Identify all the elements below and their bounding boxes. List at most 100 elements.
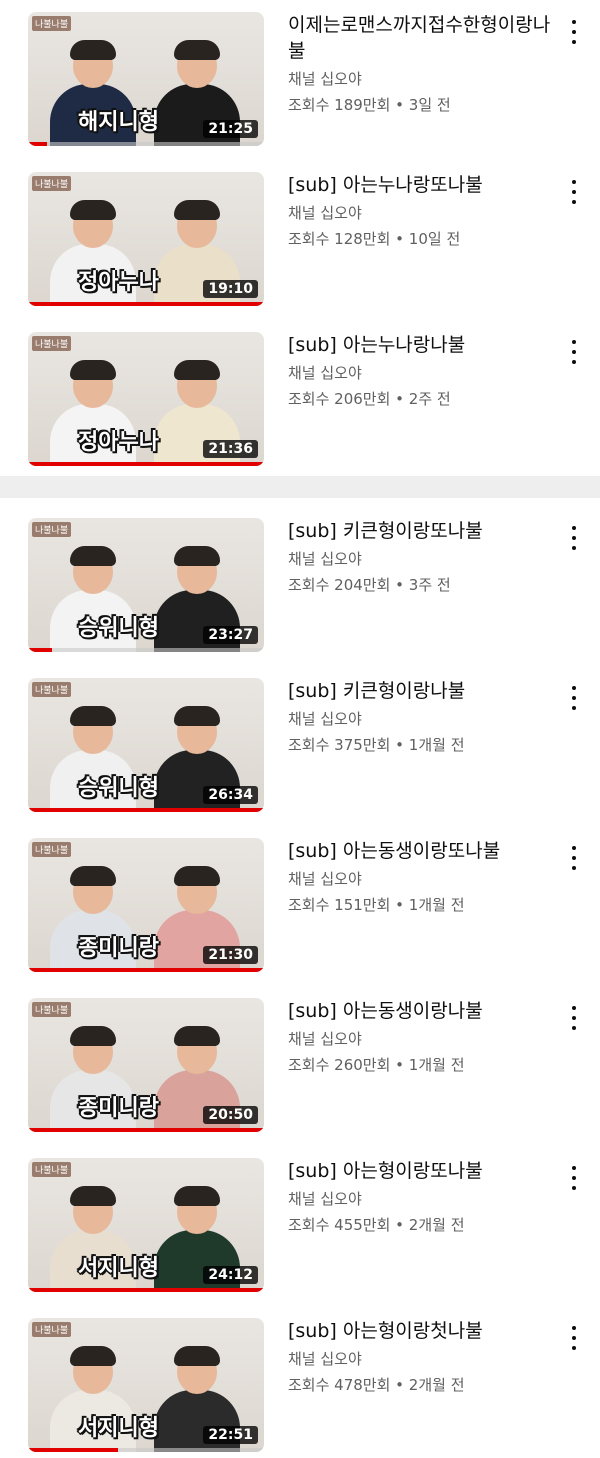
video-meta: 조회수 455만회 • 2개월 전 <box>288 1216 465 1234</box>
watch-progress-fill <box>28 968 264 972</box>
thumbnail-caption: 서지니형 <box>78 1416 159 1441</box>
video-duration: 22:51 <box>203 1426 258 1444</box>
watch-progress-fill <box>28 1128 264 1132</box>
watch-progress-fill <box>28 648 52 652</box>
video-item[interactable]: 나불나불 서지니형 24:12 [sub] 아는형이랑또나불 채널 십오야 조회… <box>0 1158 600 1298</box>
video-title[interactable]: [sub] 아는동생이랑또나불 <box>288 838 558 864</box>
channel-logo-badge: 나불나불 <box>32 176 72 191</box>
watch-progress-fill <box>28 808 264 812</box>
video-thumbnail[interactable]: 나불나불 종미니랑 20:50 <box>28 998 264 1132</box>
video-thumbnail[interactable]: 나불나불 정아누나 19:10 <box>28 172 264 306</box>
video-meta: 조회수 260만회 • 1개월 전 <box>288 1056 465 1074</box>
video-meta: 조회수 375만회 • 1개월 전 <box>288 736 465 754</box>
channel-name[interactable]: 채널 십오야 <box>288 68 558 90</box>
channel-logo-badge: 나불나불 <box>32 842 72 857</box>
channel-name[interactable]: 채널 십오야 <box>288 868 558 890</box>
video-info: [sub] 아는동생이랑나불 채널 십오야 조회수 260만회 • 1개월 전 <box>288 998 558 1076</box>
video-thumbnail[interactable]: 나불나불 해지니형 21:25 <box>28 12 264 146</box>
channel-logo-badge: 나불나불 <box>32 336 72 351</box>
video-item[interactable]: 나불나불 정아누나 19:10 [sub] 아는누나랑또나불 채널 십오야 조회… <box>0 172 600 312</box>
video-title[interactable]: [sub] 아는누나랑나불 <box>288 332 558 358</box>
video-info: [sub] 아는형이랑첫나불 채널 십오야 조회수 478만회 • 2개월 전 <box>288 1318 558 1396</box>
video-item[interactable]: 나불나불 승워니형 23:27 [sub] 키큰형이랑또나불 채널 십오야 조회… <box>0 518 600 658</box>
video-title[interactable]: [sub] 아는형이랑또나불 <box>288 1158 558 1184</box>
watch-progress <box>28 302 264 306</box>
video-title[interactable]: [sub] 아는누나랑또나불 <box>288 172 558 198</box>
more-vert-icon[interactable] <box>564 340 584 364</box>
video-info: [sub] 아는누나랑또나불 채널 십오야 조회수 128만회 • 10일 전 <box>288 172 558 250</box>
video-thumbnail[interactable]: 나불나불 서지니형 24:12 <box>28 1158 264 1292</box>
video-item[interactable]: 나불나불 서지니형 22:51 [sub] 아는형이랑첫나불 채널 십오야 조회… <box>0 1318 600 1458</box>
channel-logo-badge: 나불나불 <box>32 522 72 537</box>
video-meta: 조회수 189만회 • 3일 전 <box>288 96 451 114</box>
video-meta: 조회수 478만회 • 2개월 전 <box>288 1376 465 1394</box>
watch-progress-fill <box>28 1448 118 1452</box>
watch-progress-fill <box>28 462 264 466</box>
more-vert-icon[interactable] <box>564 686 584 710</box>
watch-progress <box>28 1288 264 1292</box>
channel-name[interactable]: 채널 십오야 <box>288 548 558 570</box>
video-thumbnail[interactable]: 나불나불 정아누나 21:36 <box>28 332 264 466</box>
more-vert-icon[interactable] <box>564 1166 584 1190</box>
more-vert-icon[interactable] <box>564 1006 584 1030</box>
thumbnail-caption: 서지니형 <box>78 1256 159 1281</box>
watch-progress <box>28 462 264 466</box>
channel-logo-badge: 나불나불 <box>32 1322 72 1337</box>
more-vert-icon[interactable] <box>564 1326 584 1350</box>
video-meta: 조회수 206만회 • 2주 전 <box>288 390 451 408</box>
video-meta: 조회수 204만회 • 3주 전 <box>288 576 451 594</box>
video-title[interactable]: [sub] 키큰형이랑또나불 <box>288 518 558 544</box>
channel-name[interactable]: 채널 십오야 <box>288 362 558 384</box>
watch-progress <box>28 1448 264 1452</box>
video-info: [sub] 아는동생이랑또나불 채널 십오야 조회수 151만회 • 1개월 전 <box>288 838 558 916</box>
video-duration: 19:10 <box>203 280 258 298</box>
video-title[interactable]: [sub] 아는형이랑첫나불 <box>288 1318 558 1344</box>
video-duration: 20:50 <box>203 1106 258 1124</box>
video-duration: 21:36 <box>203 440 258 458</box>
video-duration: 24:12 <box>203 1266 258 1284</box>
channel-logo-badge: 나불나불 <box>32 1002 72 1017</box>
channel-name[interactable]: 채널 십오야 <box>288 1188 558 1210</box>
video-title[interactable]: [sub] 아는동생이랑나불 <box>288 998 558 1024</box>
watch-progress-fill <box>28 1288 264 1292</box>
channel-name[interactable]: 채널 십오야 <box>288 1028 558 1050</box>
video-thumbnail[interactable]: 나불나불 승워니형 26:34 <box>28 678 264 812</box>
video-thumbnail[interactable]: 나불나불 서지니형 22:51 <box>28 1318 264 1452</box>
video-info: [sub] 아는형이랑또나불 채널 십오야 조회수 455만회 • 2개월 전 <box>288 1158 558 1236</box>
video-title[interactable]: [sub] 키큰형이랑나불 <box>288 678 558 704</box>
channel-name[interactable]: 채널 십오야 <box>288 708 558 730</box>
thumbnail-caption: 종미니랑 <box>78 936 159 961</box>
video-item[interactable]: 나불나불 정아누나 21:36 [sub] 아는누나랑나불 채널 십오야 조회수… <box>0 332 600 472</box>
video-meta: 조회수 128만회 • 10일 전 <box>288 230 461 248</box>
channel-name[interactable]: 채널 십오야 <box>288 1348 558 1370</box>
video-info: [sub] 키큰형이랑나불 채널 십오야 조회수 375만회 • 1개월 전 <box>288 678 558 756</box>
watch-progress <box>28 808 264 812</box>
video-item[interactable]: 나불나불 종미니랑 21:30 [sub] 아는동생이랑또나불 채널 십오야 조… <box>0 838 600 978</box>
video-item[interactable]: 나불나불 승워니형 26:34 [sub] 키큰형이랑나불 채널 십오야 조회수… <box>0 678 600 818</box>
more-vert-icon[interactable] <box>564 526 584 550</box>
watch-progress <box>28 142 264 146</box>
thumbnail-caption: 정아누나 <box>78 430 159 455</box>
section-separator <box>0 476 600 498</box>
more-vert-icon[interactable] <box>564 20 584 44</box>
channel-logo-badge: 나불나불 <box>32 16 72 31</box>
watch-progress <box>28 648 264 652</box>
video-title[interactable]: 이제는로맨스까지접수한형이랑나불 <box>288 12 558 64</box>
video-item[interactable]: 나불나불 해지니형 21:25 이제는로맨스까지접수한형이랑나불 채널 십오야 … <box>0 12 600 152</box>
watch-progress <box>28 968 264 972</box>
video-item[interactable]: 나불나불 종미니랑 20:50 [sub] 아는동생이랑나불 채널 십오야 조회… <box>0 998 600 1138</box>
video-duration: 21:30 <box>203 946 258 964</box>
thumbnail-caption: 정아누나 <box>78 270 159 295</box>
channel-logo-badge: 나불나불 <box>32 682 72 697</box>
video-thumbnail[interactable]: 나불나불 승워니형 23:27 <box>28 518 264 652</box>
watch-progress-fill <box>28 302 264 306</box>
video-thumbnail[interactable]: 나불나불 종미니랑 21:30 <box>28 838 264 972</box>
video-duration: 21:25 <box>203 120 258 138</box>
more-vert-icon[interactable] <box>564 180 584 204</box>
thumbnail-caption: 해지니형 <box>78 110 159 135</box>
watch-progress <box>28 1128 264 1132</box>
watch-progress-fill <box>28 142 47 146</box>
more-vert-icon[interactable] <box>564 846 584 870</box>
channel-name[interactable]: 채널 십오야 <box>288 202 558 224</box>
video-duration: 26:34 <box>203 786 258 804</box>
